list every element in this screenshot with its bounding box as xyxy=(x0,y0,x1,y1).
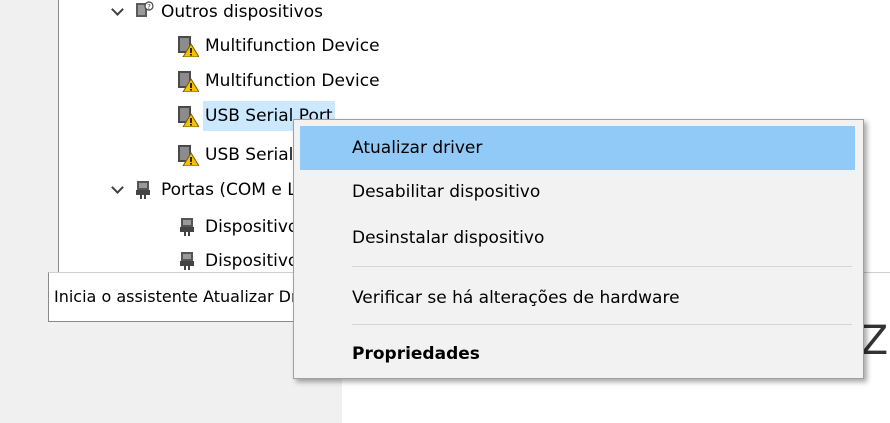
menu-item-scan-hardware-changes[interactable]: Verificar se há alterações de hardware xyxy=(300,276,855,320)
menu-item-disable-device[interactable]: Desabilitar dispositivo xyxy=(300,170,855,214)
menu-item-update-driver[interactable]: Atualizar driver xyxy=(300,126,855,170)
tree-device-row[interactable]: Multifunction Device xyxy=(177,31,380,61)
unknown-device-warning-icon xyxy=(177,35,199,57)
menu-item-label: Atualizar driver xyxy=(352,138,483,158)
menu-item-label: Verificar se há alterações de hardware xyxy=(352,288,680,308)
menu-item-properties[interactable]: Propriedades xyxy=(300,332,855,376)
unknown-device-warning-icon xyxy=(177,105,199,127)
unknown-device-warning-icon xyxy=(177,70,199,92)
port-connector-icon xyxy=(177,250,199,272)
tree-device-label: Multifunction Device xyxy=(205,71,380,91)
tree-category-other-devices[interactable]: ? Outros dispositivos xyxy=(111,0,323,27)
menu-item-uninstall-device[interactable]: Desinstalar dispositivo xyxy=(300,216,855,260)
menu-item-label: Desabilitar dispositivo xyxy=(352,182,541,202)
menu-separator xyxy=(352,324,852,325)
port-connector-icon xyxy=(133,179,155,201)
menu-separator xyxy=(352,266,852,267)
other-devices-icon: ? xyxy=(133,1,155,23)
expand-chevron-icon[interactable] xyxy=(111,183,125,197)
context-menu: Atualizar driver Desabilitar dispositivo… xyxy=(293,119,864,379)
expand-chevron-icon[interactable] xyxy=(111,5,125,19)
tree-category-ports[interactable]: Portas (COM e LPT) xyxy=(111,175,324,205)
menu-item-label: Propriedades xyxy=(352,344,480,364)
unknown-device-warning-icon xyxy=(177,144,199,166)
port-connector-icon xyxy=(177,216,199,238)
tree-device-row[interactable]: Multifunction Device xyxy=(177,66,380,96)
menu-item-label: Desinstalar dispositivo xyxy=(352,228,545,248)
tree-category-label: Outros dispositivos xyxy=(161,2,323,22)
tree-device-label: Multifunction Device xyxy=(205,36,380,56)
svg-text:?: ? xyxy=(147,3,151,11)
